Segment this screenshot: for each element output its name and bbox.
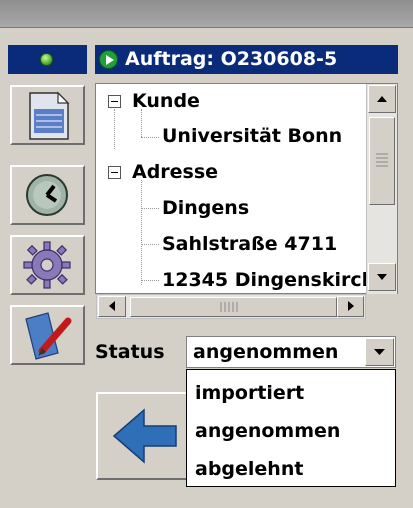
- scroll-down-button[interactable]: [368, 263, 396, 291]
- order-tree[interactable]: Kunde Universität Bonn Adresse Dingens S…: [95, 83, 398, 294]
- tree-node-adresse[interactable]: Adresse: [96, 155, 366, 190]
- collapse-icon[interactable]: [108, 95, 121, 108]
- arrow-right-icon: [348, 301, 354, 311]
- tree-node-label: 12345 Dingenskirch: [162, 269, 366, 291]
- scrollbar-corner: [366, 294, 397, 319]
- status-select[interactable]: angenommen: [186, 336, 396, 368]
- grip-icon: [220, 302, 238, 312]
- dropdown-option-abgelehnt[interactable]: abgelehnt: [195, 457, 303, 481]
- arrow-left-icon: [112, 408, 177, 464]
- clock-icon: [26, 174, 68, 216]
- settings-button[interactable]: [10, 235, 85, 295]
- scroll-left-button[interactable]: [98, 296, 126, 317]
- status-selected-value: angenommen: [193, 341, 339, 363]
- tree-node-universitaet[interactable]: Universität Bonn: [96, 119, 366, 154]
- arrow-up-icon: [377, 96, 387, 102]
- status-led-icon: [40, 53, 53, 66]
- order-title: Auftrag: O230608-5: [125, 48, 338, 70]
- chevron-down-icon: [374, 349, 385, 355]
- tree-node-strasse[interactable]: Sahlstraße 4711: [96, 227, 366, 262]
- tree-node-label: Adresse: [132, 161, 219, 183]
- tree-node-label: Universität Bonn: [162, 125, 343, 147]
- gear-icon: [23, 241, 71, 289]
- tree-horizontal-scrollbar[interactable]: [96, 294, 366, 319]
- scroll-up-button[interactable]: [368, 85, 396, 113]
- back-button[interactable]: [96, 392, 192, 480]
- tree-node-label: Sahlstraße 4711: [162, 233, 338, 255]
- collapse-icon[interactable]: [108, 166, 121, 179]
- status-dropdown-button[interactable]: [365, 338, 394, 366]
- scroll-right-button[interactable]: [337, 296, 364, 317]
- play-icon: [99, 50, 118, 69]
- tree-node-label: Kunde: [132, 90, 200, 112]
- tree-node-ort[interactable]: 12345 Dingenskirch: [96, 263, 366, 293]
- grip-icon: [376, 153, 388, 167]
- scroll-thumb[interactable]: [369, 117, 395, 205]
- arrow-left-icon: [109, 301, 115, 311]
- status-dropdown-list[interactable]: importiert angenommen abgelehnt: [186, 369, 396, 487]
- status-indicator-panel: [8, 45, 87, 74]
- arrow-down-icon: [377, 274, 387, 280]
- status-label: Status: [95, 341, 165, 363]
- tree-node-label: Dingens: [162, 197, 250, 219]
- scroll-thumb[interactable]: [130, 297, 337, 317]
- document-icon: [29, 91, 70, 140]
- clock-button[interactable]: [10, 165, 85, 225]
- tree-node-kunde[interactable]: Kunde: [96, 84, 366, 119]
- order-header: Auftrag: O230608-5: [95, 45, 398, 74]
- window-titlebar: [0, 0, 413, 28]
- dropdown-option-importiert[interactable]: importiert: [195, 381, 304, 405]
- document-button[interactable]: [10, 85, 85, 145]
- dropdown-option-angenommen[interactable]: angenommen: [195, 419, 340, 443]
- tree-node-dingens[interactable]: Dingens: [96, 191, 366, 226]
- edit-button[interactable]: [10, 305, 85, 365]
- edit-pen-icon: [25, 312, 72, 360]
- tree-vertical-scrollbar[interactable]: [366, 84, 397, 294]
